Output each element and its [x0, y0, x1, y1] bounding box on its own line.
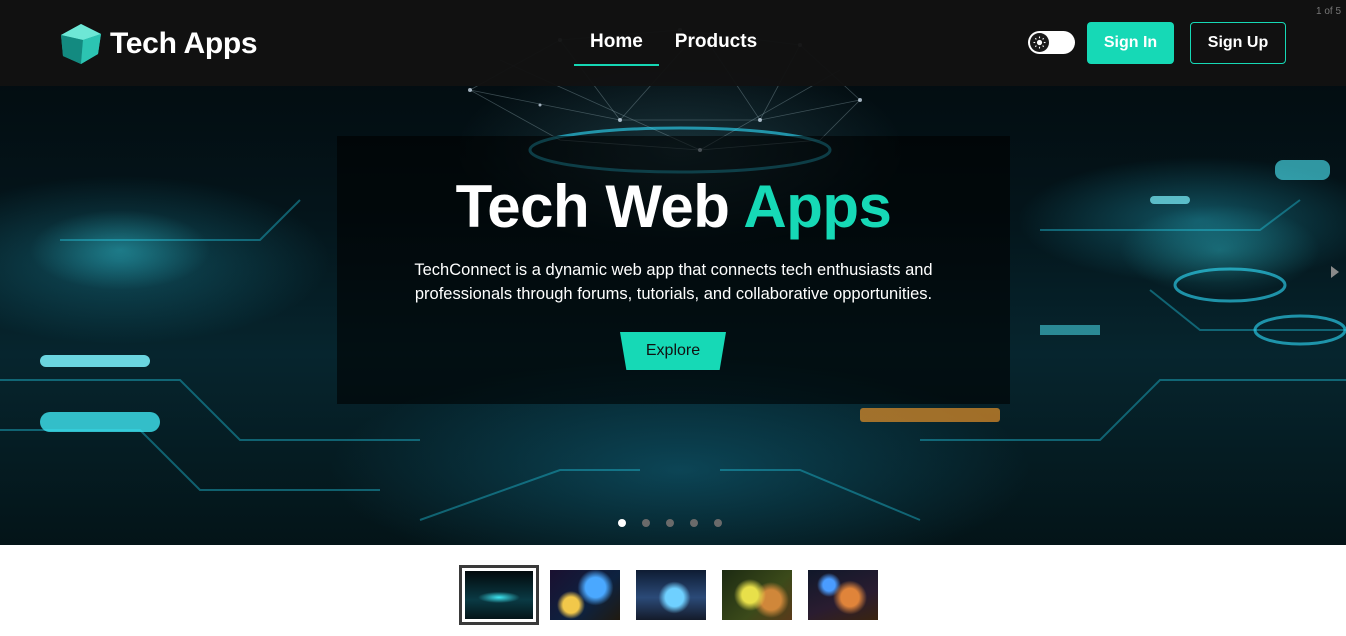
- sun-icon: [1030, 33, 1049, 52]
- carousel-caption: Tech Web Apps TechConnect is a dynamic w…: [337, 136, 1010, 404]
- sign-in-button[interactable]: Sign In: [1087, 22, 1174, 64]
- nav-home[interactable]: Home: [574, 0, 659, 66]
- top-navbar: Tech Apps Home Products Sign In Sign Up: [0, 0, 1346, 86]
- caption-title: Tech Web Apps: [337, 172, 1010, 241]
- theme-toggle[interactable]: [1028, 31, 1075, 54]
- brand-name: Tech Apps: [110, 27, 258, 60]
- main-nav: Home Products: [574, 0, 773, 86]
- thumbnail-2[interactable]: [550, 570, 620, 620]
- sign-up-button[interactable]: Sign Up: [1190, 22, 1286, 64]
- indicator-dot[interactable]: [714, 519, 722, 527]
- caption-title-main: Tech Web: [455, 173, 744, 240]
- carousel-indicators: [618, 519, 722, 527]
- indicator-dot[interactable]: [690, 519, 698, 527]
- indicator-dot[interactable]: [642, 519, 650, 527]
- caption-description: TechConnect is a dynamic web app that co…: [414, 261, 933, 303]
- indicator-dot[interactable]: [618, 519, 626, 527]
- explore-button[interactable]: Explore: [620, 332, 726, 370]
- nav-products[interactable]: Products: [659, 0, 773, 66]
- thumbnail-3[interactable]: [636, 570, 706, 620]
- thumbnail-1[interactable]: [459, 565, 539, 625]
- chevron-right-icon[interactable]: [1328, 263, 1342, 281]
- thumbnail-4[interactable]: [722, 570, 792, 620]
- slide-counter: 1 of 5: [1316, 6, 1342, 17]
- cube-logo-icon: [61, 24, 101, 64]
- page: Tech Apps Home Products Sign In Sign Up …: [0, 0, 1346, 636]
- thumbnail-5[interactable]: [808, 570, 878, 620]
- indicator-dot[interactable]: [666, 519, 674, 527]
- caption-title-accent: Apps: [743, 173, 892, 240]
- brand[interactable]: Tech Apps: [58, 22, 258, 66]
